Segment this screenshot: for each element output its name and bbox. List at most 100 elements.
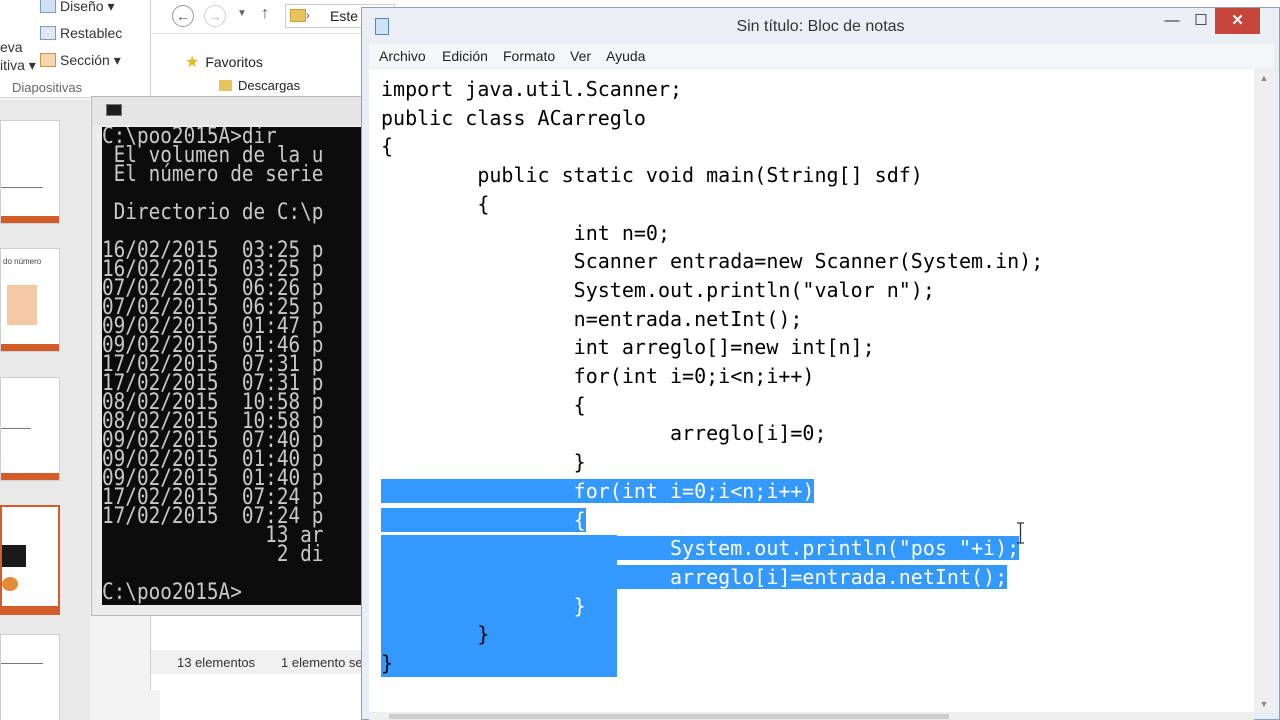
close-button[interactable]: ✕ xyxy=(1215,8,1260,34)
code-text-selected: } xyxy=(573,593,586,618)
arrow-left-icon: ← xyxy=(176,8,190,24)
code-line: arreglo[i]=entrada.netInt(); xyxy=(381,563,1008,591)
code-line: } xyxy=(381,622,490,647)
code-line: for(int i=0;i<n;i++) xyxy=(381,477,815,505)
arrow-up-icon: ↑ xyxy=(261,5,269,22)
code-indent xyxy=(381,564,670,589)
menu-ver[interactable]: Ver xyxy=(570,48,591,64)
menu-ayuda[interactable]: Ayuda xyxy=(606,48,645,64)
code-line: public static void main(String[] sdf) xyxy=(381,163,923,188)
notepad-window: Sin título: Bloc de notas — ☐ ✕ Archivo … xyxy=(361,7,1280,720)
ribbon-partial-text-2: itiva ▾ xyxy=(0,57,36,73)
console-output[interactable]: C:\poo2015A>dir El volumen de la u El nú… xyxy=(102,127,377,605)
selected-count: 1 elemento se xyxy=(281,655,363,670)
item-count: 13 elementos xyxy=(177,655,256,670)
reset-button[interactable]: Restablec xyxy=(40,25,122,41)
minimize-button[interactable]: — xyxy=(1157,8,1187,34)
design-button[interactable]: Diseño ▾ xyxy=(40,0,115,15)
thumbnail-table xyxy=(7,285,37,325)
command-prompt-window: C:\poo2015A>dir El volumen de la u El nú… xyxy=(91,96,377,616)
folder-icon xyxy=(290,9,306,22)
console-icon xyxy=(106,104,122,116)
vertical-scrollbar[interactable]: ▲ ▼ xyxy=(1254,69,1274,712)
code-line: for(int i=0;i<n;i++) xyxy=(381,364,815,388)
thumbnail-line xyxy=(1,187,43,188)
up-button[interactable]: ↑ xyxy=(261,5,269,23)
maximize-button[interactable]: ☐ xyxy=(1187,8,1215,34)
design-icon xyxy=(40,0,56,13)
thumbnail-line xyxy=(1,428,31,429)
menu-edicion[interactable]: Edición xyxy=(442,48,488,64)
code-text-selected: { xyxy=(573,507,586,532)
scroll-up-icon[interactable]: ▲ xyxy=(1254,73,1274,83)
slide-thumbnail[interactable] xyxy=(0,377,60,481)
minimize-icon: — xyxy=(1164,12,1180,29)
text-cursor-icon xyxy=(1017,522,1024,544)
reset-icon xyxy=(40,26,56,40)
code-line: { xyxy=(381,191,490,216)
text-editor[interactable]: import java.util.Scanner; public class AC… xyxy=(369,69,1254,712)
history-dropdown-icon[interactable]: ▼ xyxy=(237,8,247,19)
thumbnail-text: do número xyxy=(3,257,42,266)
code-line: System.out.println("valor n"); xyxy=(381,277,935,302)
code-line: n=entrada.netInt(); xyxy=(381,306,803,331)
ribbon-partial-text-1: eva xyxy=(0,39,23,55)
code-line: int arreglo[]=new int[n]; xyxy=(381,335,875,360)
console-text: C:\poo2015A>dir El volumen de la u El nú… xyxy=(102,127,324,605)
ppt-ribbon: Diseño ▾ Restablec Sección ▾ eva itiva ▾… xyxy=(0,0,160,98)
code-indent xyxy=(381,478,574,503)
scroll-down-icon[interactable]: ▼ xyxy=(1254,699,1274,709)
horizontal-scroll-thumb[interactable] xyxy=(389,714,949,719)
close-icon: ✕ xyxy=(1231,12,1244,29)
slide-thumbnail-selected[interactable] xyxy=(0,505,60,615)
slide-thumbnail[interactable]: do número xyxy=(0,248,60,352)
slide-thumbnail[interactable] xyxy=(0,120,60,224)
code-line: { xyxy=(381,134,394,159)
section-button[interactable]: Sección ▾ xyxy=(40,52,121,69)
code-line: int n=0; xyxy=(381,220,670,245)
code-line: { xyxy=(381,392,586,417)
explorer-status-bar: 13 elementos 1 elemento se xyxy=(151,650,381,674)
thumbnail-accent-bar xyxy=(1,344,59,351)
arrow-right-icon: → xyxy=(208,8,222,24)
forward-button[interactable]: → xyxy=(204,5,226,27)
folder-icon xyxy=(219,80,232,91)
code-line: } xyxy=(381,592,586,620)
thumbnail-accent-bar xyxy=(1,216,59,223)
code-indent xyxy=(381,593,574,618)
back-button[interactable]: ← xyxy=(172,5,194,27)
horizontal-scrollbar[interactable] xyxy=(369,712,1254,720)
menu-formato[interactable]: Formato xyxy=(503,48,555,64)
code-indent xyxy=(381,507,574,532)
code-text-selected: arreglo[i]=entrada.netInt(); xyxy=(669,564,1008,589)
code-line: } xyxy=(381,450,586,475)
code-line: arreglo[i]=0; xyxy=(381,421,827,446)
menu-bar: Archivo Edición Formato Ver Ayuda xyxy=(369,44,1274,68)
explorer-navigation-bar: ← → ▼ ↑ › Este e xyxy=(151,0,395,34)
code-line: public class ACarreglo xyxy=(381,105,646,130)
notepad-title-bar: Sin título: Bloc de notas — ☐ ✕ xyxy=(362,8,1279,44)
thumbnail-image xyxy=(2,545,26,567)
favorites-node[interactable]: ★ Favoritos xyxy=(185,52,263,72)
code-line: } xyxy=(381,651,394,675)
slide-thumbnail[interactable] xyxy=(0,634,60,720)
code-text-selected: for(int i=0;i<n;i++) xyxy=(573,478,815,503)
downloads-node[interactable]: Descargas xyxy=(219,78,300,93)
code-line: System.out.println("pos "+i); xyxy=(381,534,1020,562)
breadcrumb-separator-icon: › xyxy=(306,10,310,22)
window-title: Sin título: Bloc de notas xyxy=(736,18,905,35)
section-icon xyxy=(40,53,56,67)
code-text-selected: System.out.println("pos "+i); xyxy=(669,536,1020,561)
console-title-bar xyxy=(92,97,375,125)
thumbnail-line xyxy=(1,663,43,664)
thumbnail-accent-bar xyxy=(1,473,59,480)
code-line: Scanner entrada=new Scanner(System.in); xyxy=(381,249,1044,274)
maximize-icon: ☐ xyxy=(1194,12,1208,29)
thumbnail-accent-bar xyxy=(2,606,58,613)
menu-archivo[interactable]: Archivo xyxy=(379,48,426,64)
code-line: { xyxy=(381,506,586,534)
code-indent xyxy=(381,536,670,561)
code-line: import java.util.Scanner; xyxy=(381,77,683,101)
thumbnail-shape xyxy=(2,577,18,591)
star-icon: ★ xyxy=(185,54,200,71)
